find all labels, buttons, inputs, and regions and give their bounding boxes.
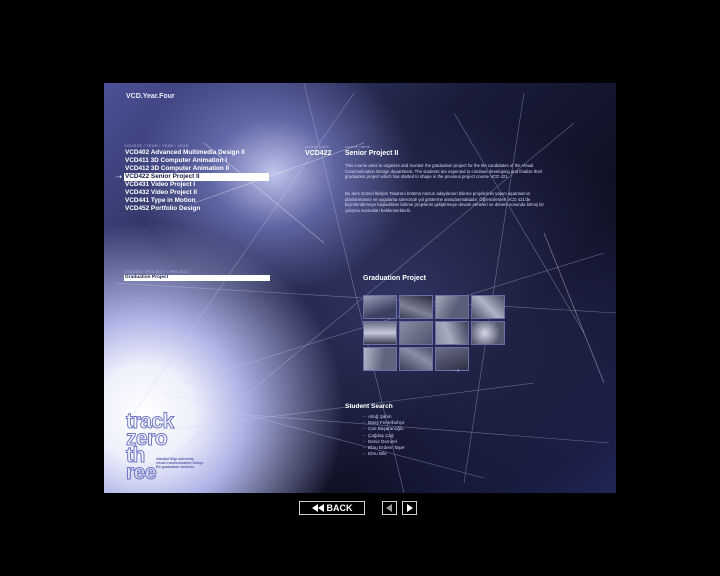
course-description-en: This course aims to organize and monitor… (345, 163, 543, 180)
course-list: VCD402 Advanced Multimedia Design II VCD… (124, 149, 269, 213)
gallery-thumbnail[interactable] (363, 347, 397, 371)
right-triangle-icon (407, 504, 413, 512)
course-item-vcd432[interactable]: VCD432 Video Project II (124, 189, 269, 197)
left-triangle-icon (386, 504, 392, 512)
gallery-thumbnail[interactable] (471, 321, 505, 345)
course-item-vcd411[interactable]: VCD411 3D Computer Animation I (124, 157, 269, 165)
course-item-vcd422[interactable]: VCD422 Senior Project II (124, 173, 269, 181)
gallery-thumbnail[interactable] (363, 295, 397, 319)
student-project-label: STUDENT PROJECT / PROJECT (124, 269, 190, 274)
course-code-label: course code (305, 144, 329, 149)
course-code: VCD422 (305, 150, 332, 157)
previous-button[interactable] (382, 501, 397, 515)
course-name: Senior Project II (345, 150, 399, 157)
student-list: Altuğ Şahin Barış Fenerbahçe Can Başaran… (363, 414, 405, 458)
content-panel: VCD.Year.Four COURSE / YEAR / YEAR / YEA… (104, 83, 616, 493)
selected-arrow-icon: ⇢ (116, 174, 122, 181)
student-search-title: Student Search (345, 403, 393, 410)
logo-subtitle: istanbul bilgi university visual communi… (156, 457, 203, 469)
project-item-graduation[interactable]: Graduation Project (124, 275, 270, 281)
gallery-thumbnail[interactable] (471, 295, 505, 319)
course-name-label: course name (345, 144, 371, 149)
course-item-vcd431[interactable]: VCD431 Video Project I (124, 181, 269, 189)
section-title: VCD.Year.Four (126, 93, 175, 100)
bottom-navigation: BACK (0, 501, 720, 516)
back-button[interactable]: BACK (299, 501, 365, 515)
gallery-title: Graduation Project (363, 275, 427, 282)
course-item-vcd441[interactable]: VCD441 Type in Motion (124, 197, 269, 205)
back-button-label: BACK (326, 503, 353, 513)
student-item[interactable]: Ebru Bile (363, 451, 405, 457)
course-list-label: COURSE / YEAR / YEAR / YEAR (124, 143, 189, 148)
trackzerothree-logo: track zero th ree (126, 411, 175, 484)
course-item-vcd452[interactable]: VCD452 Portfolio Design (124, 205, 269, 213)
gallery-thumbnail[interactable] (399, 347, 433, 371)
double-left-arrow-icon (311, 504, 324, 512)
course-item-vcd402[interactable]: VCD402 Advanced Multimedia Design II (124, 149, 269, 157)
gallery-thumbnail[interactable] (435, 347, 469, 371)
next-button[interactable] (402, 501, 417, 515)
course-item-vcd412[interactable]: VCD412 3D Computer Animation II (124, 165, 269, 173)
gallery-thumbnail[interactable] (399, 321, 433, 345)
gallery-next-arrow-icon[interactable]: ⇢ (453, 366, 460, 375)
logo-sub-line: BA graduation students (156, 465, 195, 469)
course-description-tr: Bu ders Görsel İletişim Tasarımı bölümü … (345, 191, 544, 213)
gallery-thumbnail[interactable] (435, 295, 469, 319)
gallery-thumbnail[interactable] (363, 321, 397, 345)
gallery-thumbnail[interactable] (399, 295, 433, 319)
gallery-thumbnail[interactable] (435, 321, 469, 345)
